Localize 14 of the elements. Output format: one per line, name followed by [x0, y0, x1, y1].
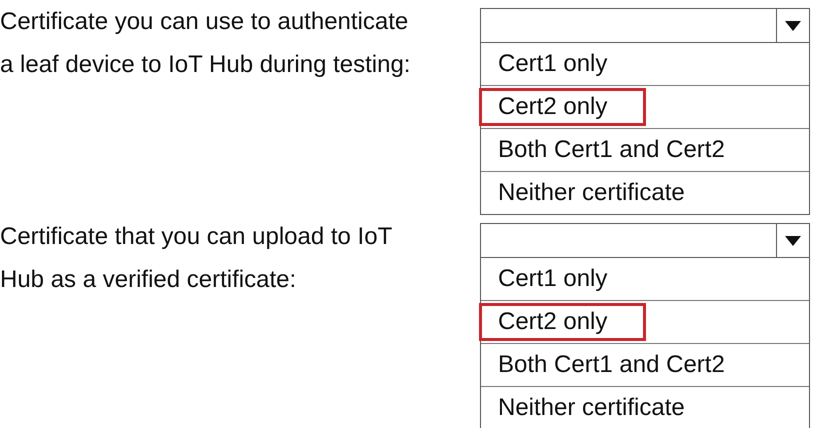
dropdown-option[interactable]: Both Cert1 and Cert2	[479, 346, 764, 384]
dropdown-option[interactable]: Neither certificate	[479, 174, 724, 212]
dropdown-option[interactable]: Both Cert1 and Cert2	[479, 131, 764, 169]
question-text: Certificate that you can upload to IoT Hub as a verified certificate:	[0, 222, 394, 295]
dropdown-option[interactable]: Cert2 only	[479, 88, 646, 126]
dropdown[interactable]: Cert1 only Cert2 only Both Cert1 and Cert2 Neither certificate	[480, 223, 810, 428]
dropdown-option[interactable]: Cert1 only	[479, 260, 646, 298]
dropdown-arrow-icon[interactable]	[785, 236, 801, 246]
dropdown-option[interactable]: Neither certificate	[479, 389, 724, 427]
dropdown-option[interactable]: Cert1 only	[479, 45, 646, 83]
dropdown[interactable]: Cert1 only Cert2 only Both Cert1 and Cert2 Neither certificate	[480, 8, 810, 215]
dropdown-option[interactable]: Cert2 only	[479, 303, 646, 341]
dropdown-arrow-icon[interactable]	[785, 20, 801, 30]
question-text: Certificate you can use to authenticate a leaf device to IoT Hub during testing:	[0, 7, 412, 80]
